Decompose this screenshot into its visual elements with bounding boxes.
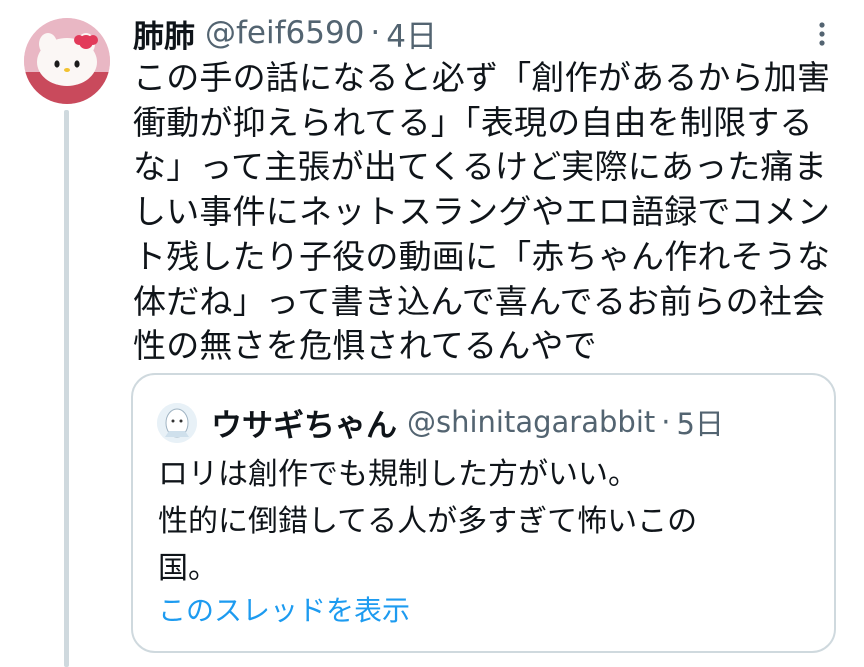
quote-handle[interactable]: @shinitagarabbit [407, 405, 655, 439]
more-vertical-icon[interactable] [812, 20, 832, 48]
quote-avatar[interactable] [157, 403, 197, 443]
handle[interactable]: @feif6590 [205, 15, 364, 51]
quote-timestamp[interactable]: 5日 [676, 401, 723, 443]
timestamp[interactable]: 4日 [386, 11, 437, 56]
quote-separator-dot: · [661, 405, 671, 439]
separator-dot: · [370, 15, 381, 51]
thread-line [64, 110, 69, 667]
show-thread-link[interactable]: このスレッドを表示 [158, 589, 410, 629]
quote-text: ロリは創作でも規制した方がいい。 性的に倒錯してる人が多すぎて怖いこの 国。 [158, 457, 698, 586]
display-name[interactable]: 肺肺 [133, 11, 195, 56]
tweet[interactable]: 肺肺 @feif6590 · 4日 この手の話になると必ず「創作があるから加害 … [0, 0, 864, 667]
tweet-text: この手の話になると必ず「創作があるから加害 衝動が抑えられてる」「表現の自由を制… [133, 58, 831, 366]
quote-header: ウサギちゃん @shinitagarabbit · 5日 [211, 399, 724, 445]
tweet-header: 肺肺 @feif6590 · 4日 [133, 10, 437, 56]
avatar[interactable] [24, 18, 110, 104]
quote-display-name[interactable]: ウサギちゃん [211, 400, 397, 445]
quoted-tweet[interactable]: ウサギちゃん @shinitagarabbit · 5日 ロリは創作でも規制した… [131, 373, 836, 653]
